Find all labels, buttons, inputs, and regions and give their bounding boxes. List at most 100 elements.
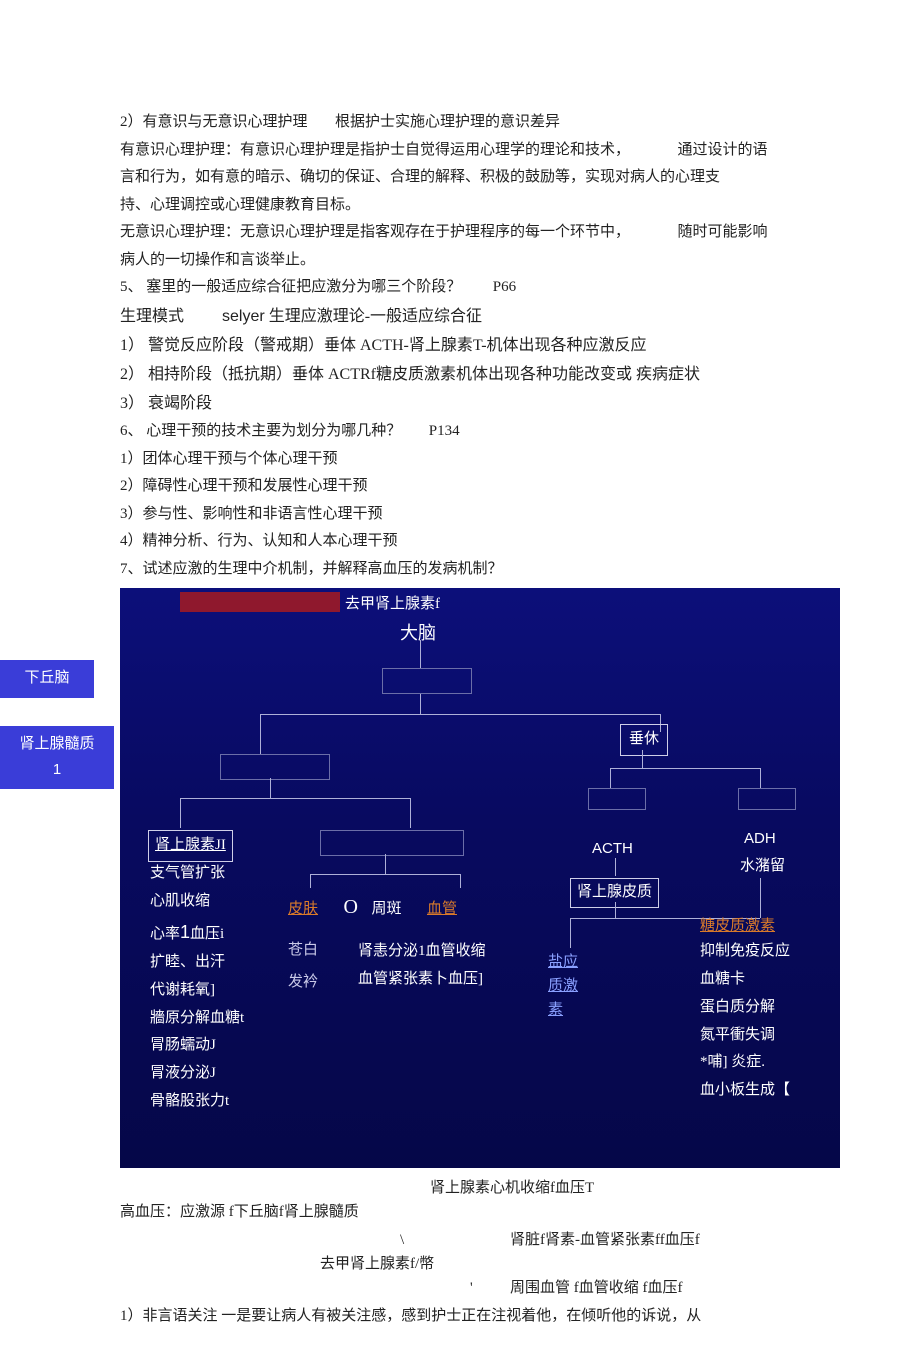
text: ACTH xyxy=(592,840,633,857)
text: 血压i xyxy=(190,926,224,942)
text: 随时可能影响 xyxy=(678,224,768,240)
text: 水潴留 xyxy=(740,858,785,874)
connector-line xyxy=(570,918,571,948)
text: 持、心理调控或心理健康教育目标。 xyxy=(120,197,360,213)
selyer-label: selyer xyxy=(222,308,265,325)
text: 根据护士实施心理护理的意识差异 xyxy=(335,114,560,130)
connector-line xyxy=(760,768,761,788)
text: 3） 衰竭阶段 xyxy=(120,395,212,412)
paragraph: 1）非言语关注 一是要让病人有被关注感，感到护士正在注视着他，在倾听他的诉说，从 xyxy=(120,1304,840,1330)
list-item: 2）障碍性心理干预和发展性心理干预 xyxy=(120,474,840,500)
formula-line-1: 肾上腺素心机收缩f血压T xyxy=(120,1176,840,1200)
question-7: 7、试述应激的生理中介机制，并解释高血压的发病机制？ xyxy=(120,557,840,583)
label-salt-hormone: 盐应 质激 素 xyxy=(548,950,578,1022)
text: 大脑 xyxy=(400,623,436,643)
text: 肾恚分泌1血管收缩 xyxy=(358,938,486,966)
text: 质激 xyxy=(548,974,578,998)
label-zhouban: 周斑 xyxy=(371,901,401,917)
text: 肾脏f肾素-血管紧张素ff血压f xyxy=(510,1228,700,1254)
right-list: 抑制免疫反应 血糖卡 蛋白质分解 氮平衝失调 *哺] 炎症. 血小板生成【 xyxy=(700,938,790,1105)
paragraph: 言和行为，如有意的暗示、确切的保证、合理的解释、积极的鼓励等，实现对病人的心理支 xyxy=(120,165,840,191)
digit: 1 xyxy=(180,922,190,942)
text: 言和行为，如有意的暗示、确切的保证、合理的解释、积极的鼓励等，实现对病人的心理支 xyxy=(120,169,720,185)
text: *哺] 炎症. xyxy=(700,1049,790,1077)
connector-line xyxy=(610,768,760,769)
text: 2）障碍性心理干预和发展性心理干预 xyxy=(120,478,368,494)
text-row: 心率1血压i xyxy=(150,916,244,949)
tag-number: 1 xyxy=(8,757,106,783)
list-item: 4）精神分析、行为、认知和人本心理干预 xyxy=(120,529,840,555)
box-pituitary: 垂休 xyxy=(620,724,668,756)
text: 7、试述应激的生理中介机制，并解释高血压的发病机制？ xyxy=(120,561,503,577)
question-5: 5、 塞里的一般适应综合征把应激分为哪三个阶段？ P66 xyxy=(120,275,840,301)
label-brain: 大脑 xyxy=(400,618,436,649)
paragraph: 病人的一切操作和言谈举止。 xyxy=(120,248,840,274)
tag-label: 下丘脑 xyxy=(24,670,69,686)
label-vessel: 血管 xyxy=(427,901,457,917)
hypertension-line: 高血压：应激源 f下丘脑f肾上腺髓质 xyxy=(120,1200,840,1226)
text: 肾上腺素心机收缩f血压T xyxy=(430,1176,594,1202)
text: 有意识心理护理：有意识心理护理是指护士自觉得运用心理学的理论和技术， xyxy=(120,142,630,158)
text: 发衿 xyxy=(288,970,318,996)
text: 通过设计的语 xyxy=(678,142,768,158)
stress-diagram: 去甲肾上腺素f 大脑 垂休 xyxy=(120,588,840,1168)
formula-line-3: 去甲肾上腺素f/幣 xyxy=(120,1252,840,1276)
text: 2）有意识与无意识心理护理 xyxy=(120,114,308,130)
text: 3）参与性、影响性和非语言性心理干预 xyxy=(120,506,383,522)
tag-label: 肾上腺髓质 xyxy=(19,736,94,752)
tag-adrenal-medulla: 肾上腺髓质 1 xyxy=(0,726,114,789)
connector-line xyxy=(180,798,181,828)
box-small-left xyxy=(588,788,646,810)
selyer-line: 生理模式 selyer 生理应激理论-一般适应综合征 xyxy=(120,303,840,330)
text: 支气管扩张 xyxy=(150,860,244,888)
connector-line xyxy=(180,798,410,799)
text: 生理应激理论-一般适应综合征 xyxy=(269,308,482,325)
text: 垂休 xyxy=(629,731,659,747)
connector-line xyxy=(270,778,271,798)
list-item-1: 1） 警觉反应阶段（警戒期）垂体 ACTH-肾上腺素T-机体出现各种应激反应 xyxy=(120,332,840,359)
formula-line-4: ' 周围血管 f血管收缩 f血压f xyxy=(120,1276,840,1300)
text: 4）精神分析、行为、认知和人本心理干预 xyxy=(120,533,398,549)
connector-line xyxy=(410,798,411,828)
paragraph: 有意识心理护理：有意识心理护理是指护士自觉得运用心理学的理论和技术， 通过设计的… xyxy=(120,138,840,164)
stress-diagram-wrapper: 下丘脑 肾上腺髓质 1 去甲肾上腺素f 大脑 垂休 xyxy=(120,588,840,1168)
connector-line xyxy=(760,878,761,918)
text: 1）团体心理干预与个体心理干预 xyxy=(120,451,338,467)
label-adh: ADH xyxy=(744,826,776,852)
box-adrenaline: 肾上腺素JI xyxy=(148,830,233,862)
circle-icon: O xyxy=(344,896,358,918)
connector-line xyxy=(615,902,616,918)
label-acth: ACTH xyxy=(592,836,633,862)
paragraph: 无意识心理护理：无意识心理护理是指客观存在于护理程序的每一个环节中， 随时可能影… xyxy=(120,220,840,246)
connector-line xyxy=(420,694,421,714)
text: 骨骼股张力t xyxy=(150,1088,244,1116)
text: 代谢耗氧] xyxy=(150,977,244,1005)
box-hypothalamus xyxy=(382,668,472,694)
text: 肾上腺素JI xyxy=(155,837,226,853)
text: 冐液分泌J xyxy=(150,1060,244,1088)
text: 去甲肾上腺素f xyxy=(345,596,440,612)
text: 1） 警觉反应阶段（警戒期）垂体 ACTH-肾上腺素T-机体出现各种应激反应 xyxy=(120,337,647,354)
list-item-2: 2） 相持阶段（抵抗期）垂体 ACTRf糖皮质激素机体出现各种功能改变或 疾病症… xyxy=(120,361,840,388)
connector-line xyxy=(420,640,421,668)
question-6: 6、 心理干预的技术主要为划分为哪几种？ P134 xyxy=(120,419,840,445)
label-noradrenaline: 去甲肾上腺素f xyxy=(345,592,440,618)
quote-icon: ' xyxy=(470,1276,473,1302)
paragraph: 持、心理调控或心理健康教育目标。 xyxy=(120,193,840,219)
side-tags: 下丘脑 肾上腺髓质 1 xyxy=(0,660,114,817)
paragraph-2-heading: 2）有意识与无意识心理护理 根据护士实施心理护理的意识差异 xyxy=(120,110,840,136)
box-mid-left xyxy=(220,754,330,780)
text: 糖皮质激素 xyxy=(700,918,775,934)
text: 无意识心理护理：无意识心理护理是指客观存在于护理程序的每一个环节中， xyxy=(120,224,630,240)
mid-col-pale: 苍白 发衿 xyxy=(288,938,318,995)
list-item-3: 3） 衰竭阶段 xyxy=(120,390,840,417)
connector-line xyxy=(260,714,660,715)
slash-icon: \ xyxy=(400,1228,404,1254)
connector-line xyxy=(460,874,461,888)
text: 牆原分解血糖t xyxy=(150,1005,244,1033)
page-ref: P134 xyxy=(429,423,460,439)
label-glucocorticoid: 糖皮质激素 xyxy=(700,914,775,940)
red-bar-icon xyxy=(180,592,340,612)
text: 盐应 xyxy=(548,950,578,974)
list-item: 3）参与性、影响性和非语言性心理干预 xyxy=(120,502,840,528)
